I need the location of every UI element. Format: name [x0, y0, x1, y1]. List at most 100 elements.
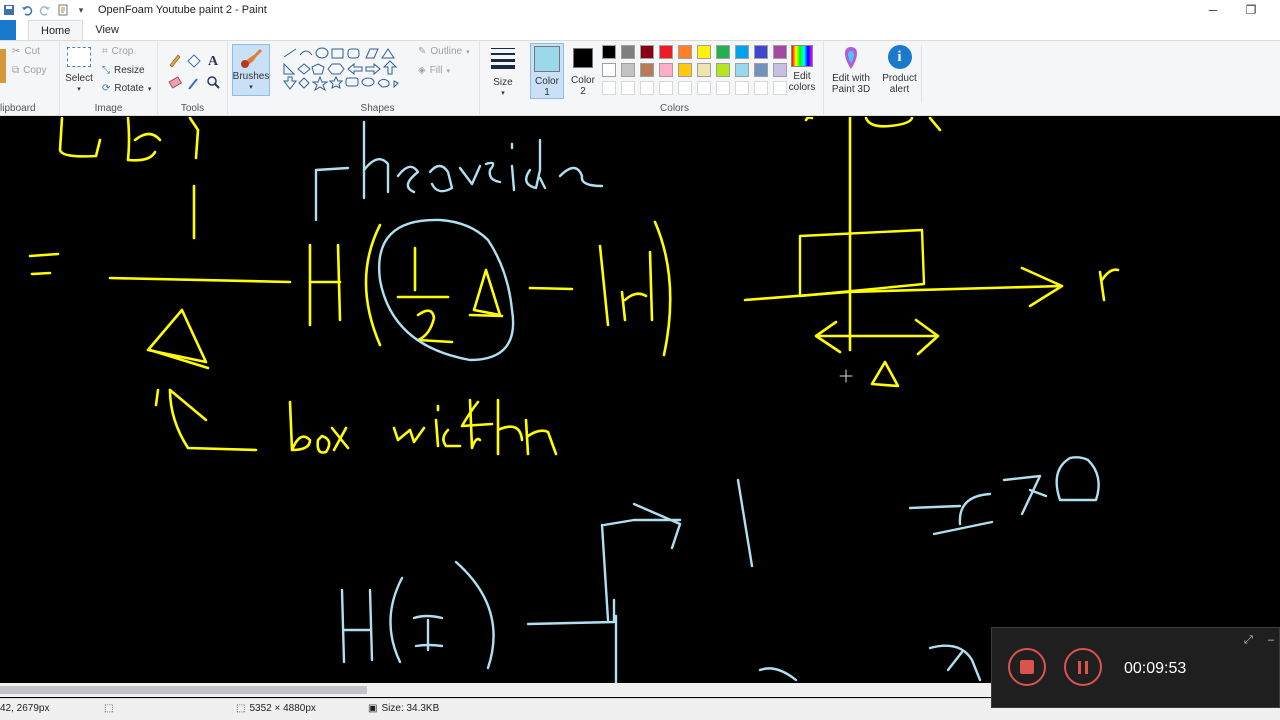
save-icon[interactable] [2, 3, 16, 17]
close-icon[interactable]: – [1268, 634, 1274, 646]
fill-dropdown[interactable]: ◈ Fill ▾ [418, 65, 450, 76]
quick-access-toolbar: ▾ [0, 3, 88, 17]
magnifier-icon[interactable] [207, 76, 220, 89]
pause-icon [1078, 660, 1088, 674]
tab-view[interactable]: View [83, 20, 131, 40]
text-icon[interactable]: A [208, 54, 219, 69]
palette-custom-slot[interactable] [602, 81, 616, 95]
cursor-position: 42, 2679px [0, 703, 50, 714]
palette-custom-slot[interactable] [697, 81, 711, 95]
chevron-down-icon: ▾ [446, 67, 450, 75]
palette-color-swatch[interactable] [697, 63, 711, 77]
ribbon: ✂ Cut ⧉ Copy lipboard Select ▾ ⌗ Crop ⤡ Resi… [0, 40, 1280, 116]
tools-icons: A [168, 54, 220, 90]
palette-color-swatch[interactable] [754, 45, 768, 59]
palette-color-swatch[interactable] [678, 45, 692, 59]
file-size: ▣ Size: 34.3KB [368, 703, 440, 714]
tools-group: A Tools [158, 41, 228, 116]
color1-swatch [534, 46, 560, 72]
paste-icon[interactable] [0, 49, 6, 83]
palette-color-swatch[interactable] [602, 45, 616, 59]
product-alert-button[interactable]: i Product alert [878, 45, 922, 103]
minimize-button[interactable]: ─ [1194, 0, 1232, 20]
colors-group-label: Colors [660, 103, 689, 114]
palette-custom-slot[interactable] [659, 81, 673, 95]
color-palette [602, 45, 792, 99]
window-title: OpenFoam Youtube paint 2 - Paint [98, 4, 267, 16]
paint-window: ▾ OpenFoam Youtube paint 2 - Paint ─ ❐ H… [0, 0, 1280, 720]
chevron-down-icon: ▾ [147, 85, 152, 93]
palette-color-swatch[interactable] [602, 63, 616, 77]
scrollbar-thumb[interactable] [0, 686, 367, 694]
image-group-label: Image [94, 103, 123, 114]
ribbon-tabs: Home View [0, 20, 1280, 40]
edit-colors-button[interactable]: Edit colors [784, 45, 820, 93]
crop-button[interactable]: ⌗ Crop [102, 46, 133, 57]
eraser-icon[interactable] [168, 76, 183, 89]
color-picker-icon[interactable] [188, 78, 198, 90]
brush-icon [241, 49, 262, 68]
resize-button[interactable]: ⤡ Resize [102, 65, 145, 76]
shapes-gallery[interactable] [282, 47, 412, 97]
palette-custom-slot[interactable] [735, 81, 749, 95]
outline-dropdown[interactable]: ✎ Outline ▾ [418, 46, 470, 57]
title-bar: ▾ OpenFoam Youtube paint 2 - Paint ─ ❐ [0, 0, 1280, 20]
palette-color-swatch[interactable] [640, 63, 654, 77]
select-button[interactable]: Select ▾ [64, 47, 94, 95]
chevron-down-icon: ▾ [466, 48, 470, 56]
resize-icon: ⤡ [102, 65, 110, 76]
color2-button[interactable]: Color 2 [566, 43, 600, 99]
shapes-group-label: Shapes [360, 103, 395, 114]
palette-custom-slot[interactable] [621, 81, 635, 95]
chevron-down-icon: ▾ [249, 84, 253, 91]
color1-button[interactable]: Color 1 [530, 43, 564, 99]
document-icon[interactable] [56, 3, 70, 17]
copy-button[interactable]: ⧉ Copy [12, 65, 47, 76]
palette-color-swatch[interactable] [716, 63, 730, 77]
file-tab[interactable] [0, 20, 16, 40]
stop-icon [1020, 660, 1034, 674]
edit-with-paint3d-button[interactable]: Edit with Paint 3D [826, 45, 876, 95]
palette-color-swatch[interactable] [716, 45, 730, 59]
stop-recording-button[interactable] [1008, 648, 1046, 686]
cut-button[interactable]: ✂ Cut [12, 46, 40, 57]
size-button[interactable]: Size ▾ [486, 45, 520, 99]
palette-custom-slot[interactable] [678, 81, 692, 95]
undo-icon[interactable] [20, 3, 34, 17]
palette-custom-slot[interactable] [754, 81, 768, 95]
palette-color-swatch[interactable] [735, 63, 749, 77]
palette-custom-slot[interactable] [640, 81, 654, 95]
expand-icon[interactable]: ⤢ [1244, 634, 1253, 647]
palette-custom-slot[interactable] [716, 81, 730, 95]
palette-color-swatch[interactable] [697, 45, 711, 59]
line-width-icon [491, 48, 515, 69]
drawing-canvas[interactable] [0, 117, 1280, 683]
rotate-icon: ⟳ [102, 83, 111, 94]
fill-icon[interactable] [187, 54, 201, 68]
palette-color-swatch[interactable] [735, 45, 749, 59]
crop-icon: ⌗ [102, 46, 108, 57]
pencil-icon[interactable] [169, 54, 181, 68]
pause-recording-button[interactable] [1064, 648, 1102, 686]
disk-icon: ▣ [368, 703, 378, 714]
customize-dropdown-icon[interactable]: ▾ [74, 3, 88, 17]
palette-color-swatch[interactable] [659, 63, 673, 77]
palette-color-swatch[interactable] [659, 45, 673, 59]
image-size-icon: ⬚ [236, 703, 246, 714]
color2-swatch [573, 48, 593, 68]
clipboard-group-label: lipboard [0, 103, 36, 114]
colors-group: Color 1 Color 2 Edit colors Colors [526, 41, 824, 116]
palette-color-swatch[interactable] [678, 63, 692, 77]
brushes-button[interactable]: Brushes ▾ [232, 44, 270, 96]
palette-color-swatch[interactable] [621, 45, 635, 59]
palette-color-swatch[interactable] [621, 63, 635, 77]
rotate-button[interactable]: ⟳ Rotate ▾ [102, 83, 151, 94]
palette-color-swatch[interactable] [754, 63, 768, 77]
palette-color-swatch[interactable] [640, 45, 654, 59]
copy-icon: ⧉ [12, 65, 20, 76]
shapes-group: ✎ Outline ▾ ◈ Fill ▾ Shapes [276, 41, 480, 116]
image-dimensions: ⬚ 5352 × 4880px [236, 703, 316, 714]
redo-icon[interactable] [38, 3, 52, 17]
tab-home[interactable]: Home [28, 20, 84, 40]
restore-button[interactable]: ❐ [1232, 0, 1270, 20]
